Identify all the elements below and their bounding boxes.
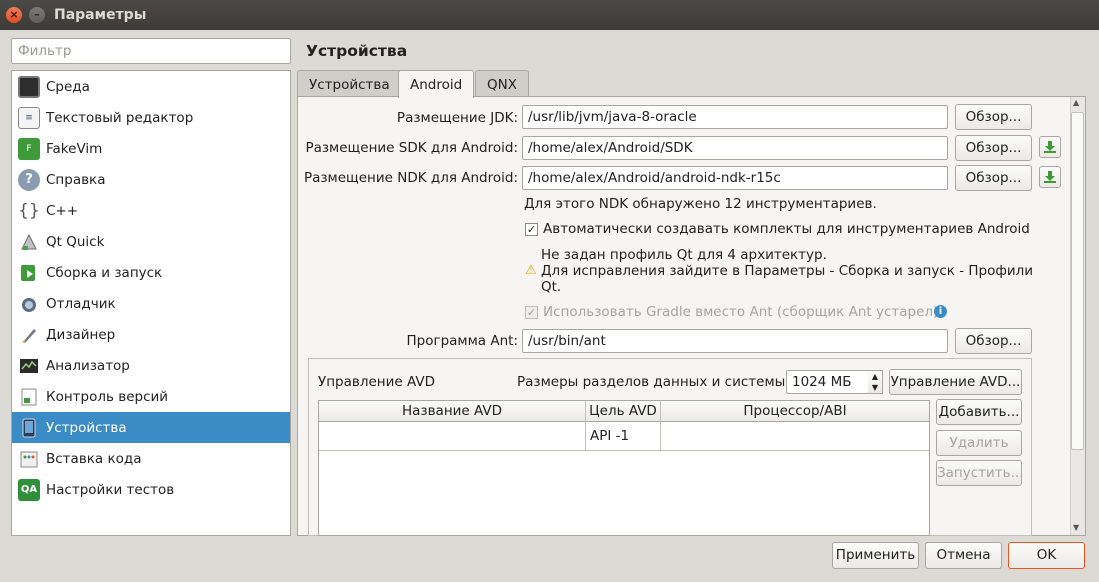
category-label: Отладчик [46, 295, 116, 312]
auto-kits-checkbox[interactable]: ✓ [525, 223, 538, 236]
category-label: Сборка и запуск [46, 264, 163, 281]
category-item-build-run[interactable]: Сборка и запуск [12, 257, 290, 288]
close-icon[interactable]: × [6, 7, 22, 23]
sdk-location-input[interactable]: /home/alex/Android/SDK [522, 136, 948, 160]
category-label: Qt Quick [46, 233, 105, 250]
category-item-version-control[interactable]: Контроль версий [12, 381, 290, 412]
tab-devices[interactable]: Устройства [297, 70, 402, 97]
avd-group-label: Управление AVD [318, 374, 435, 390]
text-editor-icon: ≡ [18, 106, 40, 129]
category-label: Вставка кода [46, 450, 142, 467]
category-label: FakeVim [46, 140, 103, 157]
ndk-location-input[interactable]: /home/alex/Android/android-ndk-r15c [522, 166, 948, 190]
category-label: Устройства [46, 419, 127, 436]
category-list: Среда ≡ Текстовый редактор F FakeVim ? С… [11, 70, 291, 536]
code-paste-icon [18, 448, 40, 470]
category-label: C++ [46, 202, 79, 219]
build-run-icon [18, 262, 40, 284]
category-label: Дизайнер [46, 326, 116, 343]
gradle-checkbox[interactable]: ✓ [525, 306, 538, 319]
debugger-icon [18, 293, 40, 315]
ant-program-input[interactable]: /usr/bin/ant [522, 329, 948, 353]
jdk-location-label: Размещение JDK: [396, 110, 518, 126]
qt-quick-icon [18, 231, 40, 253]
qt-profile-warning-line2: Для исправления зайдите в Параметры - Сб… [541, 263, 1034, 279]
minimize-icon[interactable]: – [29, 7, 45, 23]
category-item-analyzer[interactable]: Анализатор [12, 350, 290, 381]
category-label: Текстовый редактор [46, 109, 194, 126]
delete-avd-button[interactable]: Удалить [936, 430, 1022, 456]
qt-profile-warning-line3: Qt. [541, 279, 562, 295]
column-header-avd-name[interactable]: Название AVD [319, 401, 586, 422]
jdk-location-input[interactable]: /usr/lib/jvm/java-8-oracle [522, 105, 948, 129]
table-cell[interactable]: API -1 [586, 422, 661, 451]
ndk-toolchains-info: Для этого NDK обнаружено 12 инструментар… [524, 196, 877, 212]
apply-button[interactable]: Применить [832, 542, 919, 569]
warning-icon: ⚠ [525, 263, 537, 278]
category-item-fakevim[interactable]: F FakeVim [12, 133, 290, 164]
ndk-browse-button[interactable]: Обзор... [955, 165, 1032, 191]
manage-avd-button[interactable]: Управление AVD... [889, 369, 1022, 395]
category-item-qt-quick[interactable]: Qt Quick [12, 226, 290, 257]
category-item-text-editor[interactable]: ≡ Текстовый редактор [12, 102, 290, 133]
category-label: Среда [46, 78, 90, 95]
analyzer-icon [18, 355, 40, 377]
help-icon: ? [18, 168, 40, 191]
add-avd-button[interactable]: Добавить... [936, 399, 1022, 425]
category-item-designer[interactable]: Дизайнер [12, 319, 290, 350]
ndk-location-label: Размещение NDK для Android: [303, 170, 518, 186]
designer-icon [18, 324, 40, 346]
spin-arrows-icon[interactable]: ▲ ▼ [868, 370, 883, 394]
download-sdk-icon[interactable] [1039, 136, 1061, 158]
title-bar [0, 0, 1099, 30]
category-label: Справка [46, 171, 106, 188]
page-title: Устройства [306, 42, 408, 60]
category-label: Контроль версий [46, 388, 169, 405]
auto-kits-label: Автоматически создавать комплекты для ин… [543, 221, 1030, 237]
window-title: Параметры [54, 7, 147, 23]
qa-icon: QA [18, 478, 40, 501]
avd-table: Название AVD Цель AVD Процессор/ABI API … [318, 400, 930, 536]
category-item-test-settings[interactable]: QA Настройки тестов [12, 474, 290, 505]
category-item-environment[interactable]: Среда [12, 71, 290, 102]
category-item-devices[interactable]: Устройства [12, 412, 290, 443]
monitor-icon [18, 75, 40, 98]
partition-size-spinbox[interactable]: 1024 МБ [786, 370, 869, 394]
sdk-location-label: Размещение SDK для Android: [305, 140, 518, 156]
ok-button[interactable]: OK [1008, 542, 1085, 569]
partition-size-label: Размеры разделов данных и системы: [517, 374, 790, 390]
scroll-down-icon[interactable]: ▼ [1073, 523, 1079, 532]
table-cell[interactable] [661, 422, 929, 451]
start-avd-button[interactable]: Запустить... [936, 460, 1024, 486]
device-icon [18, 417, 40, 439]
jdk-browse-button[interactable]: Обзор... [955, 104, 1032, 130]
tab-qnx[interactable]: QNX [475, 70, 529, 97]
ant-program-label: Программа Ant: [406, 333, 518, 349]
sdk-browse-button[interactable]: Обзор... [955, 135, 1032, 161]
fakevim-icon: F [18, 137, 40, 160]
braces-icon: {} [18, 200, 40, 221]
cancel-button[interactable]: Отмена [925, 542, 1002, 569]
scroll-up-icon[interactable]: ▲ [1073, 98, 1079, 107]
category-item-code-paste[interactable]: Вставка кода [12, 443, 290, 474]
version-control-icon [18, 386, 40, 408]
category-label: Анализатор [46, 357, 130, 374]
gradle-label: Использовать Gradle вместо Ant (сборщик … [543, 304, 939, 320]
category-item-cpp[interactable]: {} C++ [12, 195, 290, 226]
column-header-avd-target[interactable]: Цель AVD [586, 401, 661, 422]
category-label: Настройки тестов [46, 481, 175, 498]
column-header-cpu-abi[interactable]: Процессор/ABI [661, 401, 929, 422]
category-item-debugger[interactable]: Отладчик [12, 288, 290, 319]
download-ndk-icon[interactable] [1039, 166, 1061, 188]
category-item-help[interactable]: ? Справка [12, 164, 290, 195]
filter-input[interactable]: Фильтр [11, 38, 291, 64]
ant-browse-button[interactable]: Обзор... [955, 328, 1032, 354]
table-cell[interactable] [319, 422, 586, 451]
tab-android[interactable]: Android [398, 70, 475, 98]
scrollbar-thumb[interactable] [1071, 112, 1084, 450]
info-icon[interactable]: i [934, 305, 947, 318]
qt-profile-warning-line1: Не задан профиль Qt для 4 архитектур. [541, 247, 827, 263]
